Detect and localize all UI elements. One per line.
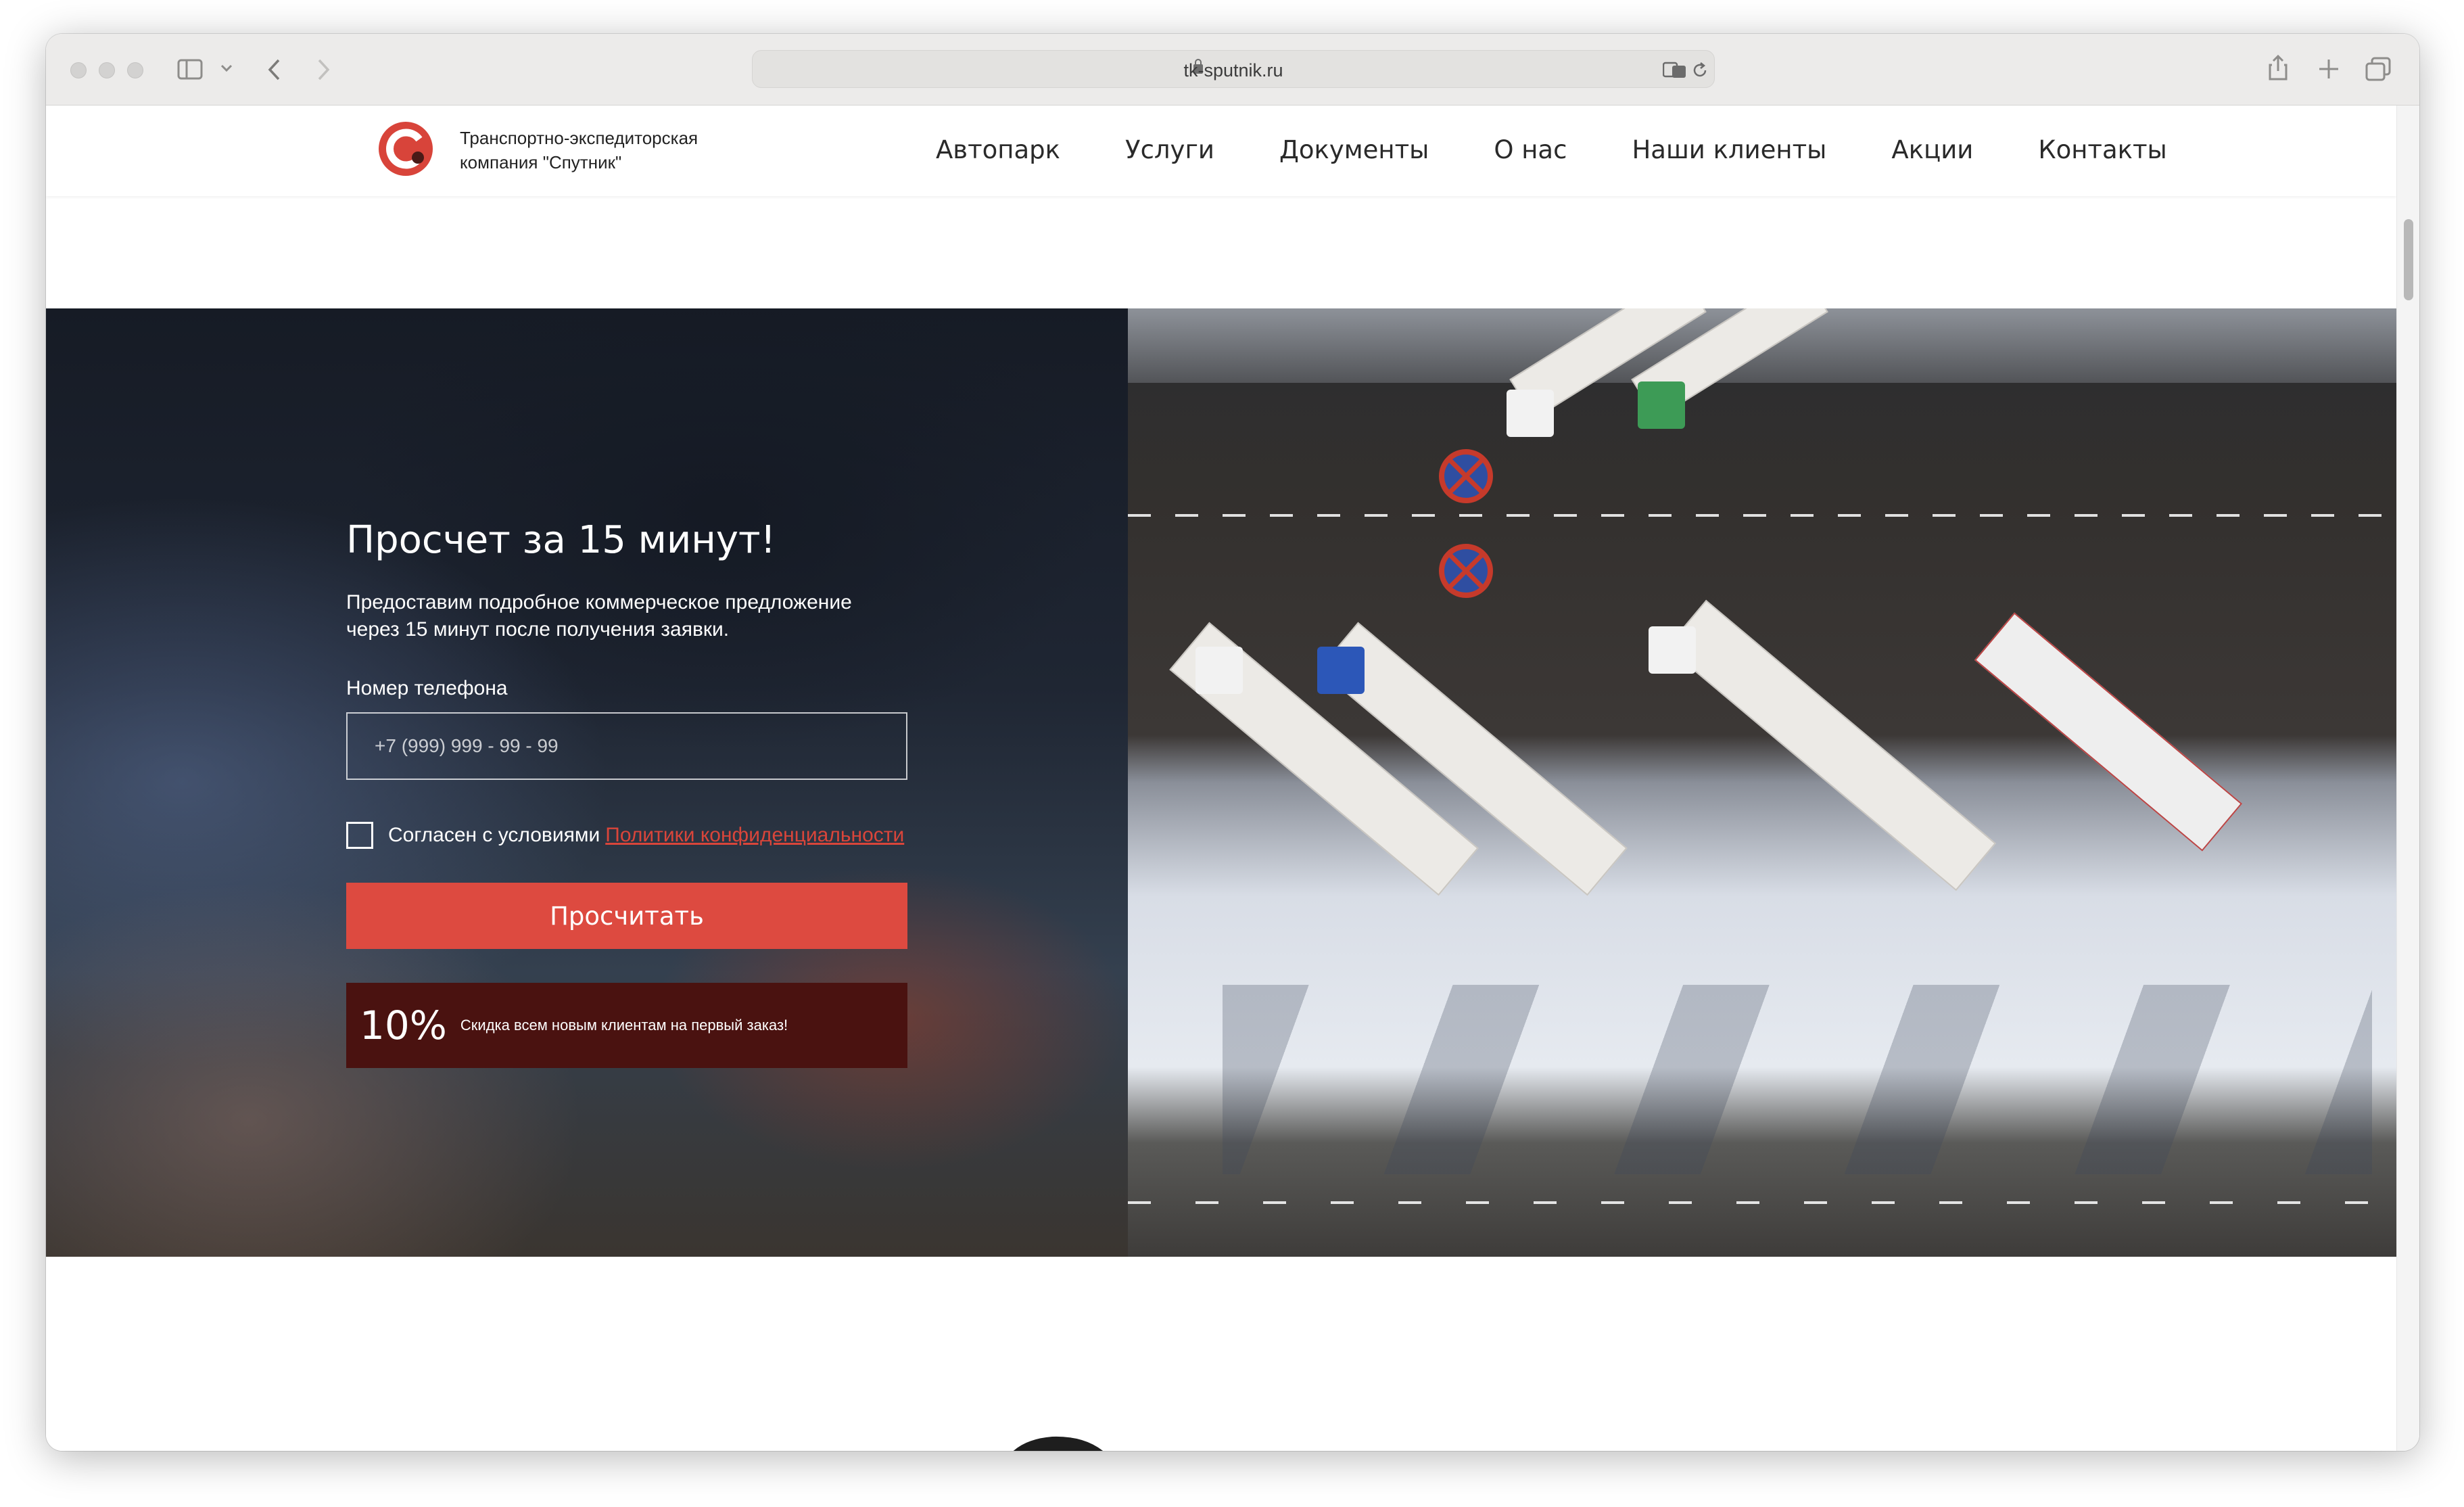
share-icon[interactable] (2268, 54, 2288, 81)
truck-image-top-edge (1013, 1436, 1103, 1451)
web-page: Транспортно-экспедиторская компания "Спу… (46, 106, 2396, 1451)
tab-overview-icon[interactable] (2365, 57, 2391, 81)
browser-toolbar: tk-sputnik.ru (46, 34, 2419, 106)
nav-item-fleet[interactable]: Автопарк (936, 135, 1060, 164)
discount-text: Скидка всем новым клиентам на первый зак… (460, 1017, 788, 1034)
phone-label: Номер телефона (346, 677, 508, 699)
sidebar-icon[interactable] (177, 58, 204, 81)
form-subtitle-line-2: через 15 минут после получения заявки. (346, 618, 730, 641)
site-header: Транспортно-экспедиторская компания "Спу… (46, 106, 2396, 196)
calculation-form: Просчет за 15 минут! Предоставим подробн… (346, 518, 907, 1068)
phone-input[interactable] (346, 712, 907, 780)
agreement-checkbox[interactable] (346, 822, 373, 849)
brand-line-1: Транспортно-экспедиторская (460, 128, 698, 148)
lane-marking (1128, 1201, 2396, 1204)
form-subtitle: Предоставим подробное коммерческое предл… (346, 589, 907, 643)
trucks-aerial-photo (1128, 308, 2396, 1257)
close-window-button[interactable] (70, 62, 87, 78)
minimize-window-button[interactable] (99, 62, 115, 78)
truck-cab (1195, 647, 1243, 694)
new-tab-icon[interactable] (2318, 58, 2340, 80)
hero-section: Просчет за 15 минут! Предоставим подробн… (46, 308, 2396, 1257)
scrollbar-thumb[interactable] (2404, 219, 2413, 300)
chevron-down-icon[interactable] (220, 64, 233, 73)
truck-cab (1638, 381, 1685, 429)
form-title: Просчет за 15 минут! (346, 518, 776, 562)
form-subtitle-line-1: Предоставим подробное коммерческое предл… (346, 591, 852, 613)
url-text[interactable]: tk-sputnik.ru (753, 60, 1714, 81)
translate-icon[interactable] (1663, 62, 1690, 79)
agreement-row: Согласен с условиями Политики конфиденци… (346, 822, 907, 849)
nav-item-promotions[interactable]: Акции (1891, 135, 1973, 164)
discount-value: 10% (360, 1002, 447, 1048)
nav-item-contacts[interactable]: Контакты (2038, 135, 2166, 164)
truck-shadows (1223, 985, 2372, 1174)
reload-icon[interactable] (1691, 62, 1709, 79)
address-bar[interactable]: tk-sputnik.ru (752, 50, 1715, 88)
brand-line-2: компания "Спутник" (460, 152, 622, 172)
no-stopping-sign (1439, 544, 1493, 598)
main-nav: Автопарк Услуги Документы О нас Наши кли… (936, 135, 2167, 164)
page-scrollbar[interactable] (2396, 106, 2419, 1451)
no-stopping-sign (1439, 449, 1493, 503)
forward-icon[interactable] (316, 58, 331, 81)
truck-cab (1317, 647, 1365, 694)
lane-marking (1128, 514, 2396, 517)
back-icon[interactable] (266, 58, 281, 81)
zoom-window-button[interactable] (127, 62, 143, 78)
nav-item-about[interactable]: О нас (1494, 135, 1567, 164)
discount-banner: 10% Скидка всем новым клиентам на первый… (346, 983, 907, 1068)
nav-item-clients[interactable]: Наши клиенты (1632, 135, 1826, 164)
nav-item-documents[interactable]: Документы (1279, 135, 1429, 164)
truck-trailer (1665, 599, 1997, 891)
privacy-policy-link[interactable]: Политики конфиденциальности (605, 824, 904, 847)
truck-trailer (1974, 612, 2243, 852)
browser-window: tk-sputnik.ru Транспортно-экспедиторская… (46, 34, 2419, 1451)
company-logo[interactable] (377, 120, 434, 177)
calculate-button[interactable]: Просчитать (346, 883, 907, 949)
brand-name: Транспортно-экспедиторская компания "Спу… (460, 126, 698, 175)
nav-item-services[interactable]: Услуги (1125, 135, 1214, 164)
truck-cab (1649, 626, 1696, 674)
agreement-text: Согласен с условиями (388, 824, 600, 846)
truck-cab (1507, 390, 1554, 437)
